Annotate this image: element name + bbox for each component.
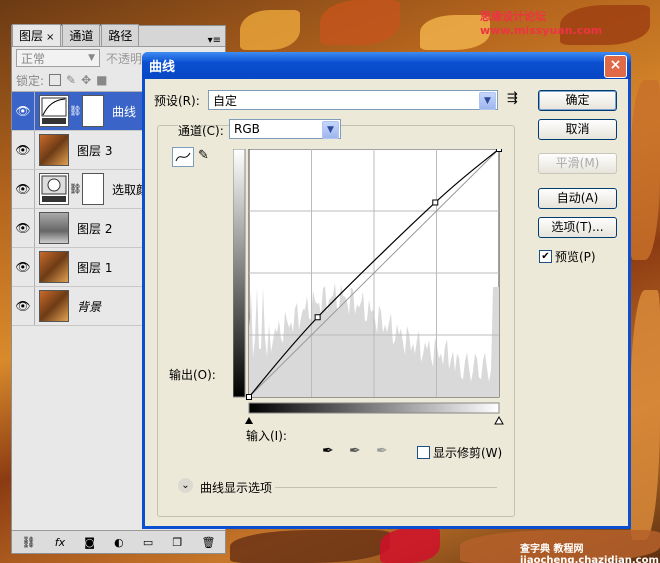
dialog-body: 预设(R): 自定 ▼ ⇶ 通道(C): RGB ▼ ✎ 输出(O): 输入(I… xyxy=(145,79,628,526)
visibility-eye-icon[interactable]: 👁 xyxy=(12,131,35,169)
curve-control-point xyxy=(496,149,502,152)
black-eyedropper-icon[interactable]: ✒ xyxy=(322,443,334,459)
folder-icon[interactable]: ▭ xyxy=(143,536,153,549)
tab-channels[interactable]: 通道 xyxy=(62,24,101,46)
chevron-down-icon: ▼ xyxy=(479,92,496,110)
blend-mode-select[interactable]: 正常 ▼ xyxy=(16,49,100,67)
smooth-button[interactable]: 平滑(M) xyxy=(538,153,617,174)
pencil-icon[interactable]: ✎ xyxy=(198,148,209,163)
selective-color-thumbnail xyxy=(39,173,69,205)
channel-label: 通道(C): xyxy=(178,124,224,138)
chain-link-icon[interactable]: ⛓ xyxy=(69,106,82,117)
curve-point-tool[interactable] xyxy=(172,147,194,167)
preset-label: 预设(R): xyxy=(154,94,200,108)
show-clipping-checkbox[interactable] xyxy=(417,446,430,459)
auto-button[interactable]: 自动(A) xyxy=(538,188,617,209)
fx-icon[interactable]: fx xyxy=(55,536,65,549)
close-icon[interactable]: × xyxy=(46,32,54,43)
layer-thumbnail xyxy=(39,212,69,244)
layer-name: 图层 1 xyxy=(77,260,113,275)
curve-graph[interactable] xyxy=(233,149,505,429)
curve-options-label: 曲线显示选项 xyxy=(200,481,273,495)
input-gradient-bar xyxy=(248,402,500,414)
layer-mask-thumbnail[interactable] xyxy=(82,95,104,127)
preview-checkbox[interactable]: ✔ xyxy=(539,250,552,263)
watermark-bottom: 查字典 教程网 jiaocheng.chazidian.com xyxy=(520,544,659,563)
layer-name: 图层 2 xyxy=(77,221,113,236)
options-button[interactable]: 选项(T)... xyxy=(538,217,617,238)
lock-transparent-icon[interactable] xyxy=(49,74,62,86)
mask-icon[interactable]: ◙ xyxy=(84,536,95,549)
input-label: 输入(I): xyxy=(246,429,287,443)
black-point-slider xyxy=(245,417,253,424)
curve-control-point xyxy=(432,199,439,206)
chain-link-icon[interactable]: ⛓ xyxy=(69,184,82,195)
ok-button[interactable]: 确定 xyxy=(538,90,617,111)
lock-all-icon[interactable]: ■ xyxy=(96,73,107,87)
channel-select[interactable]: RGB ▼ xyxy=(229,119,341,139)
output-gradient-bar xyxy=(233,149,246,398)
close-button[interactable]: × xyxy=(604,55,627,78)
new-layer-icon[interactable]: ❐ xyxy=(172,536,182,549)
layer-name: 背景 xyxy=(77,299,102,314)
white-eyedropper-icon[interactable]: ✒ xyxy=(376,443,388,459)
white-point-slider xyxy=(494,415,504,425)
preset-select[interactable]: 自定 ▼ xyxy=(208,90,498,110)
lock-move-icon[interactable]: ✥ xyxy=(81,73,91,87)
options-divider xyxy=(275,487,497,488)
visibility-eye-icon[interactable]: 👁 xyxy=(12,248,35,286)
layer-name: 图层 3 xyxy=(77,143,113,158)
layer-thumbnail xyxy=(39,134,69,166)
layers-footer: ⛓ fx ◙ ◐ ▭ ❐ 🗑 xyxy=(12,530,225,553)
output-label: 输出(O): xyxy=(169,368,216,382)
layer-mask-thumbnail[interactable] xyxy=(82,173,104,205)
preset-options-icon[interactable]: ⇶ xyxy=(507,91,518,106)
opacity-label: 不透明 xyxy=(106,51,143,66)
curve-control-point xyxy=(314,314,321,321)
lock-paint-icon[interactable]: ✎ xyxy=(66,73,76,87)
cancel-button[interactable]: 取消 xyxy=(538,119,617,140)
layer-thumbnail xyxy=(39,251,69,283)
panel-tabs: 图层 × 通道 路径 ▾≡ xyxy=(12,24,225,47)
visibility-eye-icon[interactable]: 👁 xyxy=(12,92,35,130)
gray-eyedropper-icon[interactable]: ✒ xyxy=(349,443,361,459)
chevron-down-icon: ▼ xyxy=(322,121,339,139)
visibility-eye-icon[interactable]: 👁 xyxy=(12,170,35,208)
visibility-eye-icon[interactable]: 👁 xyxy=(12,287,35,325)
lock-label: 锁定: xyxy=(16,73,45,88)
adjustment-icon[interactable]: ◐ xyxy=(114,536,124,549)
curves-dialog: 曲线 × 预设(R): 自定 ▼ ⇶ 通道(C): RGB ▼ ✎ 输出(O): xyxy=(142,52,631,529)
link-icon[interactable]: ⛓ xyxy=(22,536,36,549)
expand-chevron-icon[interactable]: ⌄ xyxy=(178,478,193,493)
visibility-eye-icon[interactable]: 👁 xyxy=(12,209,35,247)
trash-icon[interactable]: 🗑 xyxy=(201,536,215,549)
curve-control-point xyxy=(246,394,252,400)
dialog-title: 曲线 xyxy=(142,52,631,79)
layer-thumbnail xyxy=(39,290,69,322)
preview-label: 预览(P) xyxy=(555,250,596,264)
curves-adjustment-thumbnail xyxy=(39,95,69,127)
tab-paths[interactable]: 路径 xyxy=(101,24,140,46)
watermark-top: 思缘设计论坛 www.missyuan.com xyxy=(480,10,603,37)
chevron-down-icon: ▼ xyxy=(88,53,95,63)
show-clipping-label: 显示修剪(W) xyxy=(433,446,503,460)
tab-layers[interactable]: 图层 × xyxy=(12,24,62,46)
layer-name: 曲线 xyxy=(112,104,137,119)
panel-menu-icon[interactable]: ▾≡ xyxy=(204,35,225,46)
